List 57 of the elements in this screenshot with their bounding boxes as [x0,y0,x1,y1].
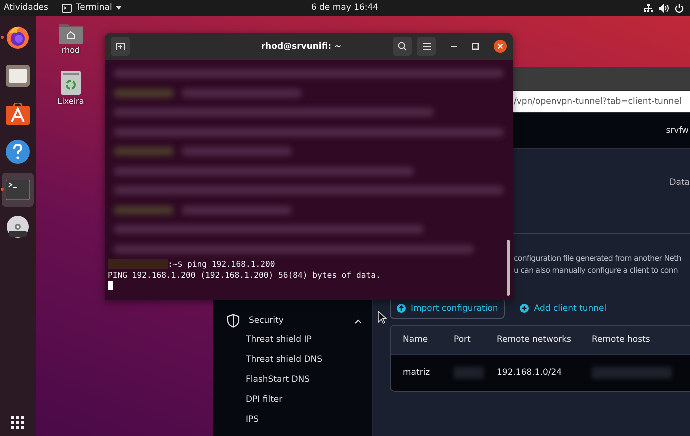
menu-icon [422,43,430,50]
close-icon[interactable] [494,40,507,53]
shield-icon [227,314,240,328]
folder-icon [6,65,30,87]
text-cursor [108,280,113,290]
desktop-icon-label[interactable]: rhod [62,46,80,55]
table-cell-text: 192.168.1.0/24 [497,368,564,378]
sidebar-item[interactable]: Threat shield IP [213,330,372,350]
terminal-icon [6,180,30,200]
disc-icon [6,216,30,240]
activities-button[interactable]: Atividades [4,3,48,13]
add-button[interactable]: Add client tunnel [513,298,614,319]
app-menu[interactable]: Terminal [62,3,122,13]
new-tab-button[interactable] [111,37,130,56]
sidebar-item[interactable]: DPI filter [213,390,372,410]
sidebar-item[interactable]: Threat shield DNS [213,350,372,370]
clock[interactable]: 6 de may 16:44 [311,3,379,13]
scrollbar-thumb[interactable] [507,240,510,296]
window-title: rhod@srvunifi: ~ [260,42,343,52]
command-line: :~$ ping 192.168.1.200 [168,259,276,270]
hostname-label: srvfw [666,126,690,136]
power-icon[interactable] [675,4,684,12]
network-icon[interactable] [644,4,653,12]
column-header: Name [403,335,430,345]
terminal-icon [62,4,72,12]
plus-icon [520,304,530,313]
home-folder-icon[interactable] [59,22,83,44]
minimize-icon[interactable] [451,46,457,48]
maximize-icon[interactable] [472,43,479,50]
address-bar[interactable]: /vpn/openvpn-tunnel?tab=client-tunnel [513,91,690,112]
sidebar-item[interactable]: IPS [213,410,372,430]
fox-globe-icon [5,25,31,51]
search-icon [398,42,407,51]
app-grid-icon[interactable] [11,416,25,430]
column-header: Remote networks [497,335,572,345]
menu-button[interactable] [417,37,436,56]
search-button[interactable] [393,37,412,56]
new-tab-icon [116,42,125,50]
help-icon [6,140,30,164]
output-line: PING 192.168.1.200 (192.168.1.200) 56(84) bytes of data. [108,270,381,280]
caret-icon [116,6,122,10]
blurred-prompt [114,206,174,215]
column-header: Port [454,335,472,345]
summary-label: Data [670,178,690,188]
blurred-prompt [114,147,174,156]
shopping-bag-icon [6,103,30,125]
volume-icon[interactable] [659,4,669,12]
table-cell-text: matriz [403,368,432,378]
desktop-icon-label[interactable]: Lixeira [58,97,84,106]
mouse-pointer-icon [378,311,387,324]
blurred-prompt [114,88,174,98]
chevron-icon [355,318,362,324]
column-header: Remote hosts [592,335,652,345]
sidebar-item[interactable]: FlashStart DNS [213,370,372,390]
sidebar-section[interactable]: Security [213,312,372,330]
redacted-user [108,259,168,270]
upload-icon [397,304,406,313]
